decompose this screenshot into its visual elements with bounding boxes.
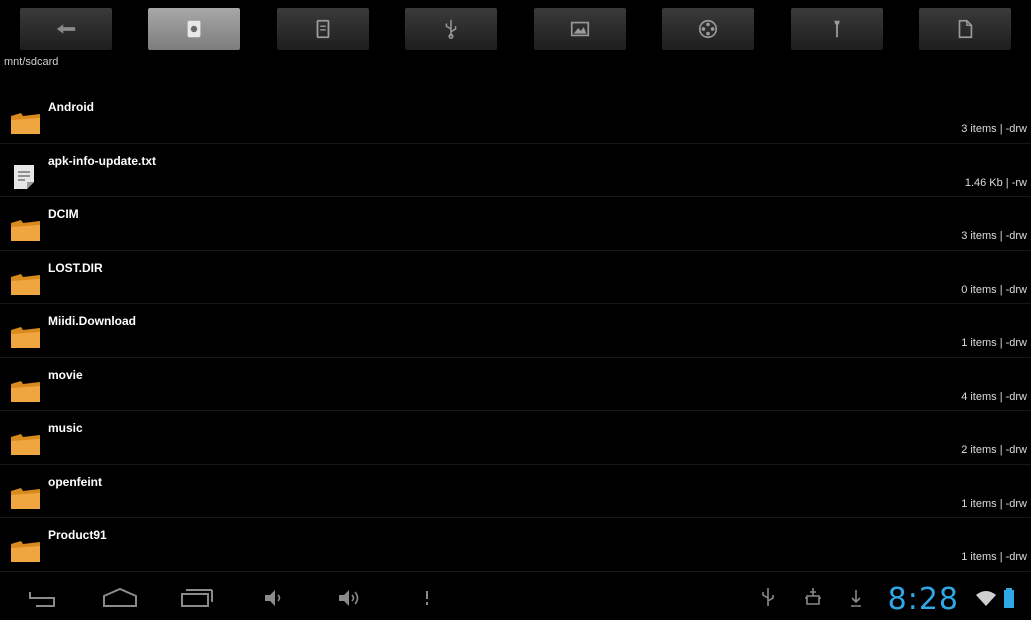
volume-up-button[interactable] [336,586,364,610]
video-reel-icon [698,19,718,39]
debug-status [802,586,824,610]
file-name: music [48,421,83,435]
tab-internal-storage[interactable] [277,8,369,50]
usb-status-icon [762,588,774,606]
status-clock: 8:28 [887,582,959,617]
file-name: openfeint [48,474,102,489]
file-row-product91[interactable]: Product91 1 items | -drw [0,518,1031,572]
folder-icon [11,220,40,241]
tab-images[interactable] [534,8,626,50]
file-row-dcim[interactable]: DCIM 3 items | -drw [0,197,1031,251]
file-meta: 1 items | -drw [961,337,1027,349]
notification-status [848,586,864,610]
image-icon [570,21,590,37]
tab-back[interactable] [20,8,112,50]
volume-up-icon [339,590,359,606]
folder-icon [11,327,40,348]
usb-status [758,586,778,610]
file-name: Android [48,100,94,114]
sdcard-icon [187,20,201,38]
file-row-movie[interactable]: movie 4 items | -drw [0,358,1031,411]
file-meta: 1 items | -drw [961,497,1027,510]
home-button[interactable] [100,586,140,610]
file-row-miidi-download[interactable]: Miidi.Download 1 items | -drw [0,304,1031,358]
tab-tools[interactable] [791,8,883,50]
usb-icon [445,19,457,39]
internal-storage-icon [316,19,330,39]
file-meta: 1 items | -drw [961,551,1027,563]
file-meta: 3 items | -drw [961,230,1027,242]
file-meta: 4 items | -drw [961,390,1027,403]
file-name: Product91 [48,528,107,542]
tab-sdcard[interactable] [148,8,240,50]
tab-documents[interactable] [919,8,1011,50]
tools-icon [834,20,840,38]
folder-icon [11,113,40,134]
file-row-music[interactable]: music 2 items | -drw [0,411,1031,465]
text-file-icon [14,164,34,189]
back-icon [29,592,55,607]
back-button[interactable] [26,586,62,610]
wifi-icon [976,591,996,606]
recent-apps-button[interactable] [178,586,214,610]
file-row-openfeint[interactable]: openfeint 1 items | -drw [0,465,1031,518]
recent-apps-icon [181,589,213,607]
file-meta: 3 items | -drw [961,123,1027,135]
download-icon [851,590,861,607]
file-row-android[interactable]: Android 3 items | -drw [0,90,1031,144]
menu-button[interactable] [422,586,432,610]
folder-icon [11,434,40,455]
file-row-lost-dir[interactable]: LOST.DIR 0 items | -drw [0,251,1031,304]
home-icon [103,587,137,607]
file-meta: 1.46 Kb | -rw [964,176,1027,189]
volume-down-icon [265,590,281,606]
folder-icon [11,273,40,295]
top-toolbar [0,0,1031,52]
document-icon [958,19,973,39]
file-meta: 0 items | -drw [961,283,1027,296]
menu-dots-icon [426,591,428,605]
file-row-apk-info[interactable]: apk-info-update.txt 1.46 Kb | -rw [0,144,1031,197]
current-path: mnt/sdcard [4,56,59,68]
folder-icon [11,541,40,562]
file-meta: 2 items | -drw [961,444,1027,456]
file-list: Android 3 items | -drw apk-info-update.t… [0,90,1031,572]
file-name: LOST.DIR [48,260,103,275]
tab-usb[interactable] [405,8,497,50]
wifi-status [974,586,998,610]
folder-icon [11,487,40,509]
battery-status [1002,586,1016,610]
file-name: apk-info-update.txt [48,153,156,168]
file-name: Miidi.Download [48,314,136,328]
system-navbar: 8:28 [0,574,1031,620]
file-name: movie [48,367,83,382]
file-name: DCIM [48,207,79,221]
battery-icon [1004,588,1014,608]
android-debug-icon [805,588,821,605]
volume-down-button[interactable] [262,586,286,610]
folder-icon [11,380,40,402]
back-arrow-icon [56,24,76,34]
tab-video[interactable] [662,8,754,50]
